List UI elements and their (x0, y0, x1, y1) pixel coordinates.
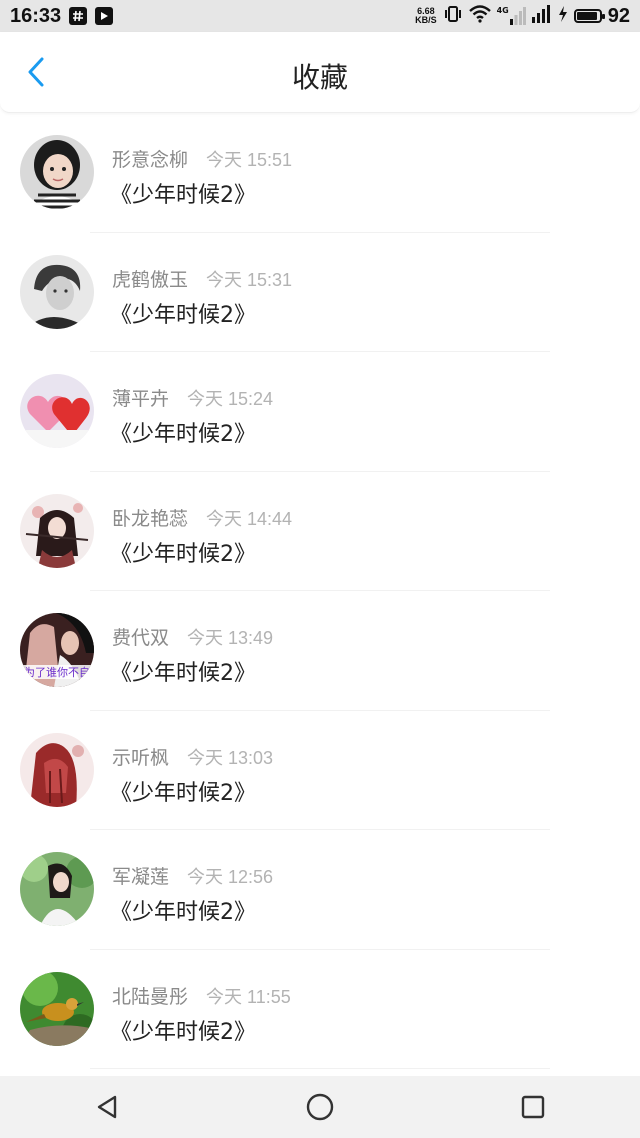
favorite-title[interactable]: 《少年时候2》 (110, 775, 256, 807)
status-bar: 16:33 6.68 KB/S 4G 92 (0, 0, 640, 32)
signal-bars-icon (531, 5, 552, 27)
user-name: 示听枫 (112, 746, 170, 769)
square-recents-icon (522, 1095, 545, 1119)
battery-icon (573, 9, 605, 23)
signal-4g-icon: 4G (497, 7, 526, 25)
nav-home-button[interactable] (290, 1082, 350, 1132)
charging-icon (558, 6, 568, 26)
timestamp: 今天 15:51 (206, 150, 293, 170)
timestamp: 今天 11:55 (206, 986, 291, 1007)
avatar-caption: 为了谁你不自 (24, 666, 90, 679)
timestamp: 今天 12:56 (187, 867, 274, 887)
timestamp: 今天 15:24 (187, 389, 274, 409)
list-item[interactable]: 薄平卉 今天 15:24 《少年时候2》 (0, 352, 640, 472)
avatar-red-art[interactable] (20, 732, 94, 807)
vibrate-icon (443, 5, 463, 27)
user-name: 卧龙艳蕊 (112, 507, 189, 530)
avatar-girl-text[interactable]: 为了谁你不自 (20, 613, 94, 687)
divider (90, 1068, 550, 1069)
net-speed: 6.68 KB/S (415, 6, 437, 25)
system-nav-bar (0, 1076, 640, 1138)
list-item[interactable]: 北陆曼彤 今天 11:55 《少年时候2》 (0, 950, 640, 1069)
user-name: 军凝莲 (112, 866, 170, 888)
timestamp: 今天 15:31 (206, 269, 293, 290)
list-item[interactable]: 虎鹤傲玉 今天 15:31 《少年时候2》 (0, 233, 640, 352)
favorite-title[interactable]: 《少年时候2》 (110, 536, 256, 568)
timestamp: 今天 14:44 (206, 508, 293, 529)
list-item[interactable]: 形意念柳 今天 15:51 《少年时候2》 (0, 113, 640, 233)
avatar-portrait-bw[interactable] (20, 254, 94, 329)
page-title: 收藏 (291, 61, 348, 94)
avatar-girl-nature[interactable] (20, 852, 94, 926)
list-item[interactable]: 示听枫 今天 13:03 《少年时候2》 (0, 711, 640, 830)
hash-notification-icon (69, 7, 88, 25)
list-item[interactable]: 军凝莲 今天 12:56 《少年时候2》 (0, 830, 640, 950)
battery-fill (576, 12, 597, 20)
user-name: 北陆曼彤 (112, 985, 189, 1008)
wifi-icon (468, 5, 491, 27)
nav-back-button[interactable] (77, 1082, 137, 1132)
battery-level: 92 (607, 4, 630, 27)
avatar-bird[interactable] (20, 971, 94, 1046)
favorites-list: 形意念柳 今天 15:51 《少年时候2》 虎鹤傲玉 今天 15:31 《少年时… (0, 113, 640, 1069)
status-time: 16:33 (10, 4, 62, 27)
user-name: 费代双 (112, 627, 170, 649)
favorite-title[interactable]: 《少年时候2》 (110, 655, 256, 687)
user-name: 形意念柳 (112, 149, 189, 171)
play-notification-icon (95, 7, 114, 25)
avatar-child-photo[interactable] (20, 135, 94, 209)
avatar-hearts[interactable] (20, 374, 94, 448)
favorite-title[interactable]: 《少年时候2》 (110, 177, 256, 209)
timestamp: 今天 13:49 (187, 628, 274, 648)
timestamp: 今天 13:03 (187, 747, 274, 768)
list-item[interactable]: 卧龙艳蕊 今天 14:44 《少年时候2》 (0, 472, 640, 591)
triangle-back-icon (97, 1095, 116, 1119)
header: 收藏 (0, 32, 640, 113)
avatar-illustration[interactable] (20, 493, 94, 568)
list-item[interactable]: 为了谁你不自 费代双 今天 13:49 《少年时候2》 (0, 591, 640, 711)
favorite-title[interactable]: 《少年时候2》 (110, 894, 256, 926)
nav-recents-button[interactable] (503, 1082, 563, 1132)
favorite-title[interactable]: 《少年时候2》 (110, 416, 256, 448)
favorite-title[interactable]: 《少年时候2》 (110, 297, 256, 329)
user-name: 薄平卉 (112, 388, 170, 410)
favorite-title[interactable]: 《少年时候2》 (110, 1014, 256, 1046)
circle-home-icon (306, 1093, 334, 1121)
user-name: 虎鹤傲玉 (112, 268, 189, 291)
